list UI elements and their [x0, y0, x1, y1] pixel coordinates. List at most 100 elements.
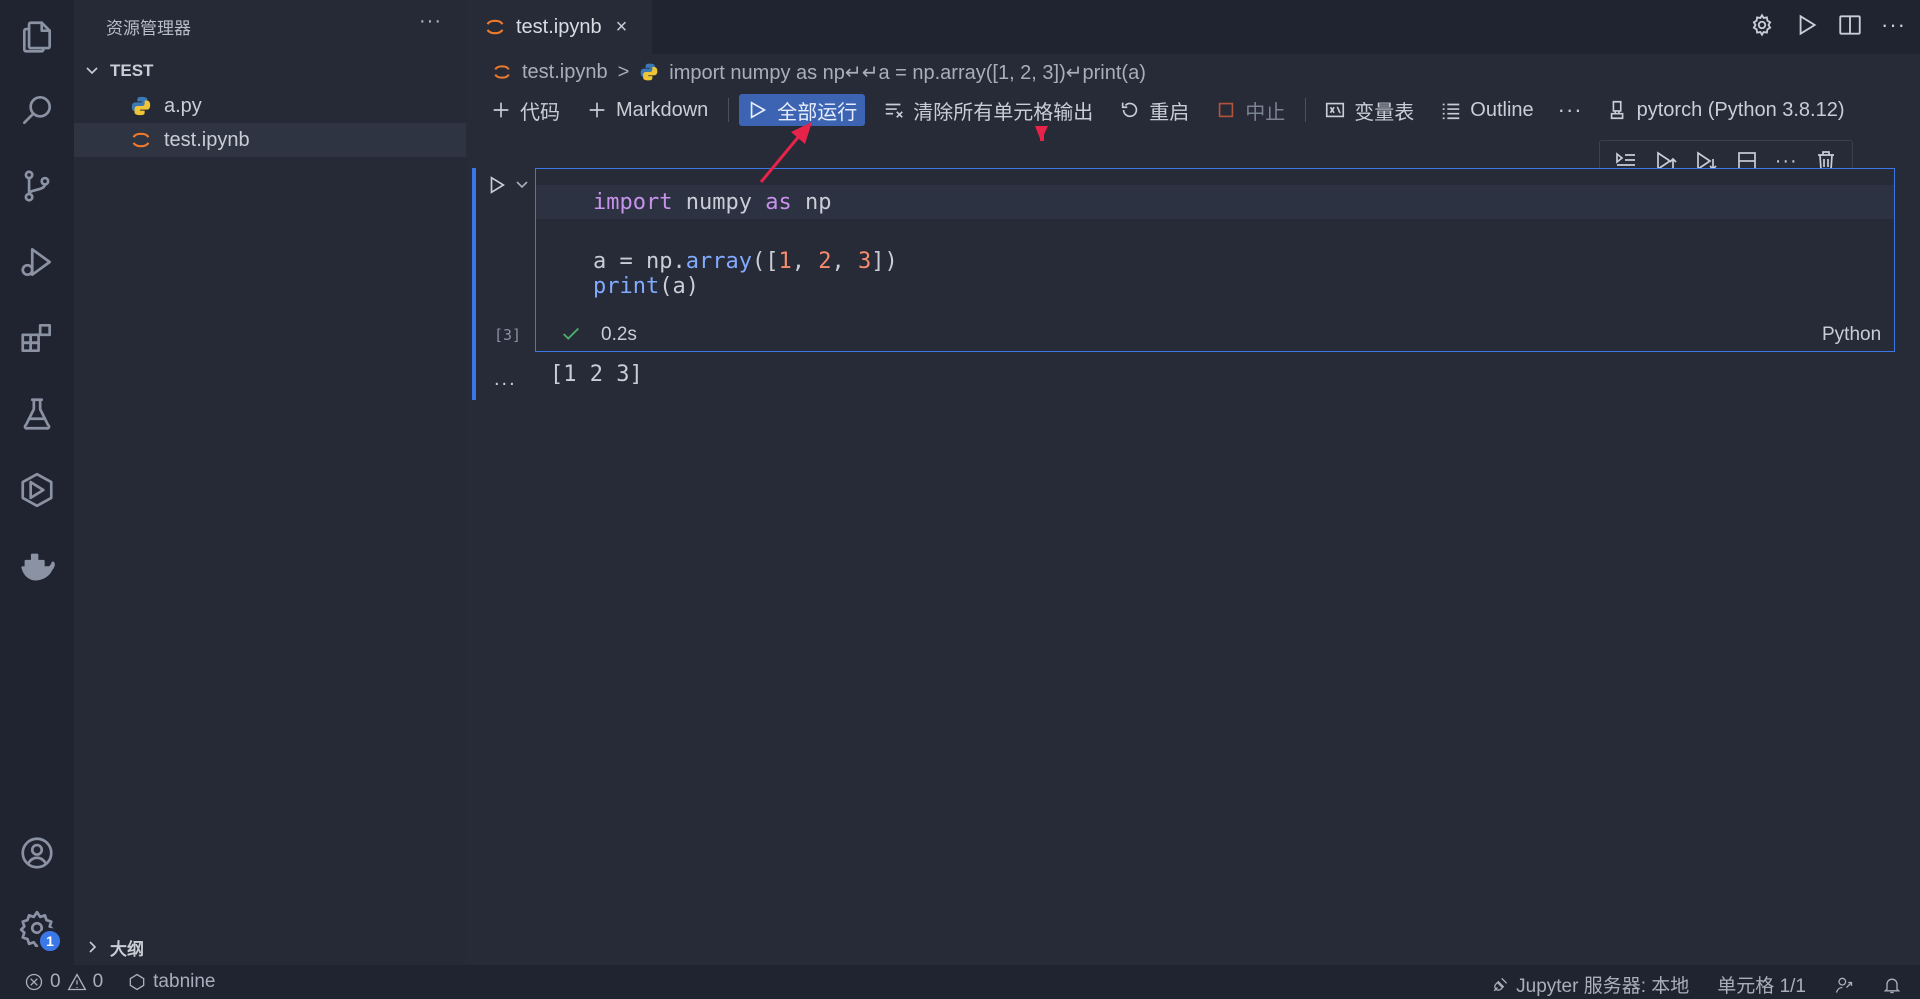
search-icon[interactable] — [17, 90, 57, 130]
more-actions-button[interactable]: ··· — [1881, 12, 1906, 38]
code-token: , — [831, 249, 858, 274]
clear-outputs-label: 清除所有单元格输出 — [913, 101, 1094, 124]
tab-bar: test.ipynb × ··· — [466, 0, 1920, 54]
breadcrumb-file[interactable]: test.ipynb — [522, 61, 608, 84]
source-control-icon[interactable] — [17, 166, 57, 206]
status-left: 0 0 tabnine — [24, 971, 216, 993]
chevron-right-icon — [89, 941, 97, 953]
kernel-icon — [1610, 100, 1624, 120]
code-token: ([ — [751, 249, 779, 274]
code-line[interactable] — [593, 221, 898, 246]
status-right: Jupyter 服务器: 本地 单元格 1/1 — [1490, 971, 1902, 998]
restart-label: 重启 — [1149, 101, 1190, 124]
code-editor[interactable]: import numpy as np a = np.array([1, 2, 3]… — [593, 187, 898, 299]
variables-button[interactable]: 变量表 — [1316, 94, 1422, 126]
cell-position[interactable]: 单元格 1/1 — [1717, 971, 1806, 998]
feedback-icon[interactable] — [1834, 975, 1854, 995]
warning-count: 0 — [92, 971, 104, 992]
add-markdown-label: Markdown — [616, 98, 709, 121]
run-icon[interactable] — [1793, 12, 1819, 38]
tabnine-icon — [129, 973, 145, 991]
variables-icon — [1326, 102, 1345, 118]
cell-execute-dropdown[interactable] — [514, 176, 530, 197]
run-all-button[interactable]: 全部运行 — [739, 94, 866, 126]
explorer-title: 资源管理器 — [106, 19, 191, 38]
list-icon — [1443, 103, 1460, 120]
stop-icon — [1219, 102, 1234, 118]
chevron-down-icon — [86, 67, 98, 75]
breadcrumb-separator: > — [617, 60, 630, 83]
code-token: np — [791, 190, 832, 215]
remote-icon[interactable] — [17, 470, 57, 510]
file-label: a.py — [164, 94, 202, 117]
clear-outputs-icon — [886, 103, 904, 118]
tabnine-status[interactable]: tabnine — [127, 971, 216, 993]
code-token: ]) — [871, 249, 898, 274]
bell-icon[interactable] — [1882, 975, 1902, 995]
toolbar-divider — [1305, 98, 1307, 122]
chevron-down-icon — [516, 181, 528, 189]
add-code-cell-button[interactable]: 代码 — [482, 94, 568, 126]
code-line[interactable]: import numpy as np — [593, 187, 898, 221]
split-editor-icon[interactable] — [1837, 12, 1863, 38]
code-token: (a) — [659, 274, 699, 299]
code-token: 2 — [818, 249, 832, 274]
tab-label: test.ipynb — [516, 15, 602, 38]
testing-icon[interactable] — [17, 394, 57, 434]
account-icon[interactable] — [17, 833, 57, 873]
explorer-more-button[interactable]: ··· — [419, 10, 442, 33]
outline-button[interactable]: Outline — [1432, 94, 1541, 126]
breadcrumb-cell[interactable]: import numpy as np↵↵a = np.array([1, 2, … — [669, 60, 1146, 85]
plug-icon — [1493, 977, 1508, 991]
interrupt-label: 中止 — [1245, 101, 1286, 124]
jupyter-icon — [486, 19, 504, 35]
run-all-icon — [751, 101, 767, 119]
add-markdown-cell-button[interactable]: Markdown — [578, 94, 716, 126]
success-check-icon — [560, 323, 582, 350]
toolbar-divider — [728, 98, 730, 122]
docker-icon[interactable] — [17, 546, 57, 586]
jupyter-icon — [494, 65, 510, 79]
code-token: as — [765, 190, 792, 215]
gear-icon[interactable] — [1749, 12, 1775, 38]
tabnine-label: tabnine — [153, 971, 216, 992]
close-icon[interactable]: × — [616, 16, 628, 39]
execution-count: [3] — [494, 326, 522, 344]
extensions-icon[interactable] — [17, 318, 57, 358]
tab-test-ipynb[interactable]: test.ipynb × — [466, 0, 652, 54]
run-cell-button[interactable] — [486, 174, 508, 201]
cell-language[interactable]: Python — [1822, 324, 1881, 346]
code-line[interactable]: a = np.array([1, 2, 3]) — [593, 246, 898, 274]
code-token: , — [791, 249, 819, 274]
jupyter-server-status[interactable]: Jupyter 服务器: 本地 — [1490, 971, 1689, 998]
outline-label: Outline — [1470, 98, 1534, 121]
plus-icon — [589, 102, 605, 118]
add-code-label: 代码 — [520, 101, 560, 124]
interrupt-button[interactable]: 中止 — [1207, 94, 1293, 126]
file-item-a-py[interactable]: a.py — [74, 89, 466, 123]
run-debug-icon[interactable] — [17, 242, 57, 282]
code-token: numpy — [672, 190, 766, 215]
file-item-test-ipynb[interactable]: test.ipynb — [74, 123, 466, 157]
status-bar: 0 0 tabnine Jupyter 服务器: 本地 单元格 1/1 — [0, 965, 1920, 999]
toolbar-more-button[interactable]: ··· — [1558, 97, 1583, 123]
output-actions-button[interactable]: ... — [494, 368, 517, 391]
kernel-picker[interactable]: pytorch (Python 3.8.12) — [1599, 94, 1853, 126]
restart-button[interactable]: 重启 — [1111, 94, 1197, 126]
code-cell[interactable]: import numpy as np a = np.array([1, 2, 3]… — [535, 168, 1895, 352]
explorer-icon[interactable] — [17, 17, 57, 57]
code-token: print — [593, 274, 660, 299]
run-all-label: 全部运行 — [777, 101, 858, 124]
file-label: test.ipynb — [164, 128, 250, 151]
folder-test[interactable]: TEST — [74, 56, 466, 86]
outline-section[interactable]: 大纲 — [74, 932, 466, 962]
kernel-label: pytorch (Python 3.8.12) — [1636, 98, 1845, 121]
clear-all-outputs-button[interactable]: 清除所有单元格输出 — [875, 94, 1101, 126]
problems-indicator[interactable]: 0 0 — [24, 971, 103, 993]
variables-label: 变量表 — [1354, 101, 1415, 124]
code-line[interactable]: print(a) — [593, 271, 898, 299]
python-icon — [131, 96, 151, 116]
code-token: import — [593, 190, 673, 215]
error-icon — [25, 973, 43, 991]
warning-icon — [67, 973, 87, 991]
